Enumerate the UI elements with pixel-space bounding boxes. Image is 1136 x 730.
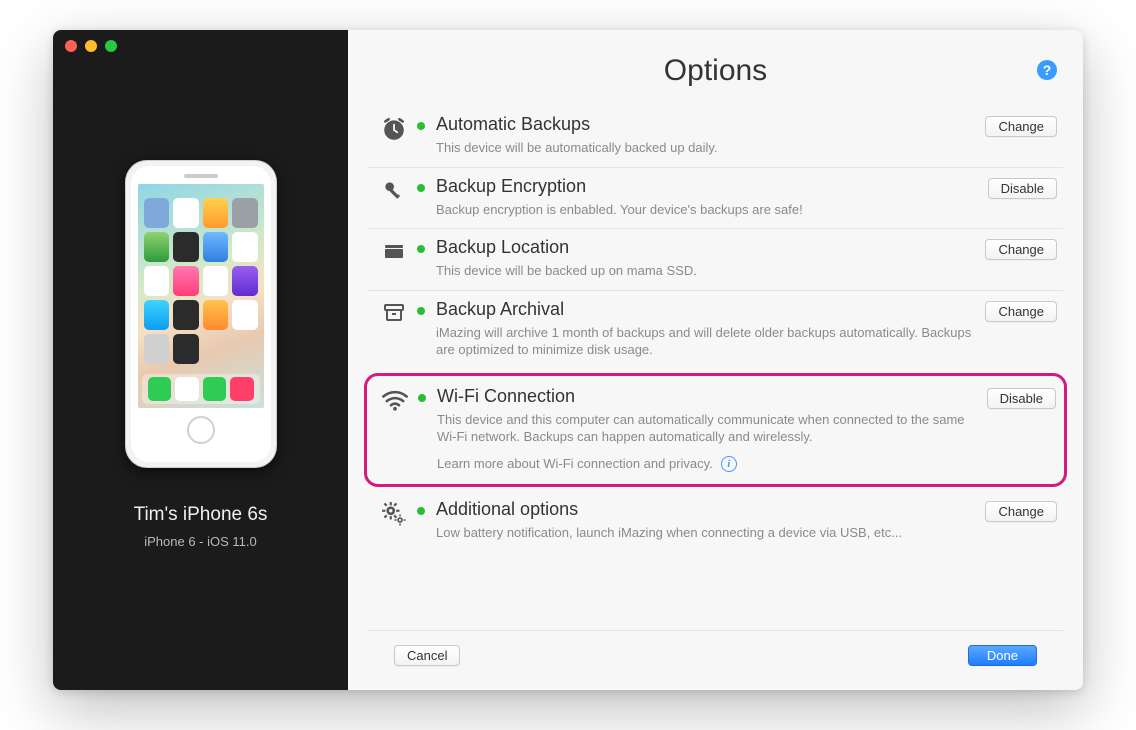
close-window-button[interactable] [65,40,77,52]
option-additional: Additional options Low battery notificat… [368,491,1063,552]
app-window: Tim's iPhone 6s iPhone 6 - iOS 11.0 Opti… [53,30,1083,690]
option-description: This device and this computer can automa… [437,411,987,446]
minimize-window-button[interactable] [85,40,97,52]
option-backup-location: Backup Location This device will be back… [368,228,1063,290]
option-description: This device will be automatically backed… [436,139,985,157]
folder-icon [374,237,414,263]
option-automatic-backups: Automatic Backups This device will be au… [368,106,1063,167]
change-additional-button[interactable]: Change [985,501,1057,522]
cancel-button[interactable]: Cancel [394,645,460,666]
help-button[interactable]: ? [1037,60,1057,80]
option-title: Backup Encryption [436,176,988,197]
device-sidebar: Tim's iPhone 6s iPhone 6 - iOS 11.0 [53,30,348,690]
option-description: This device will be backed up on mama SS… [436,262,985,280]
option-backup-encryption: Backup Encryption Backup encryption is e… [368,167,1063,229]
wifi-icon [375,386,415,412]
status-indicator [414,176,428,192]
status-indicator [414,499,428,515]
device-screen [138,184,264,408]
status-indicator [414,237,428,253]
device-name-label: Tim's iPhone 6s [134,504,268,526]
option-title: Additional options [436,499,985,520]
wifi-learn-more-row: Learn more about Wi-Fi connection and pr… [437,456,987,472]
gears-icon [374,499,414,527]
info-icon[interactable]: i [721,456,737,472]
change-auto-backup-button[interactable]: Change [985,116,1057,137]
key-icon [374,176,414,204]
options-panel: Options ? Automatic Backups This device … [348,30,1083,690]
option-description: Low battery notification, launch iMazing… [436,524,985,542]
option-title: Backup Archival [436,299,985,320]
footer-buttons: Cancel Done [368,630,1063,690]
window-traffic-lights [65,40,117,52]
zoom-window-button[interactable] [105,40,117,52]
change-location-button[interactable]: Change [985,239,1057,260]
wifi-learn-more-text: Learn more about Wi-Fi connection and pr… [437,456,713,471]
status-indicator [415,386,429,402]
option-title: Wi-Fi Connection [437,386,987,407]
option-title: Automatic Backups [436,114,985,135]
option-backup-archival: Backup Archival iMazing will archive 1 m… [368,290,1063,369]
option-description: iMazing will archive 1 month of backups … [436,324,985,359]
device-model-label: iPhone 6 - iOS 11.0 [144,534,257,549]
disable-encryption-button[interactable]: Disable [988,178,1057,199]
page-title: Options [348,54,1083,88]
option-wifi-connection: Wi-Fi Connection This device and this co… [364,373,1067,487]
option-title: Backup Location [436,237,985,258]
done-button[interactable]: Done [968,645,1037,666]
options-list: Automatic Backups This device will be au… [348,106,1083,551]
disable-wifi-button[interactable]: Disable [987,388,1056,409]
panel-header: Options ? [348,30,1083,106]
home-button-icon [187,416,215,444]
status-indicator [414,114,428,130]
status-indicator [414,299,428,315]
option-description: Backup encryption is enbabled. Your devi… [436,201,988,219]
device-mockup [125,160,277,468]
archive-box-icon [374,299,414,325]
change-archival-button[interactable]: Change [985,301,1057,322]
alarm-clock-icon [374,114,414,142]
